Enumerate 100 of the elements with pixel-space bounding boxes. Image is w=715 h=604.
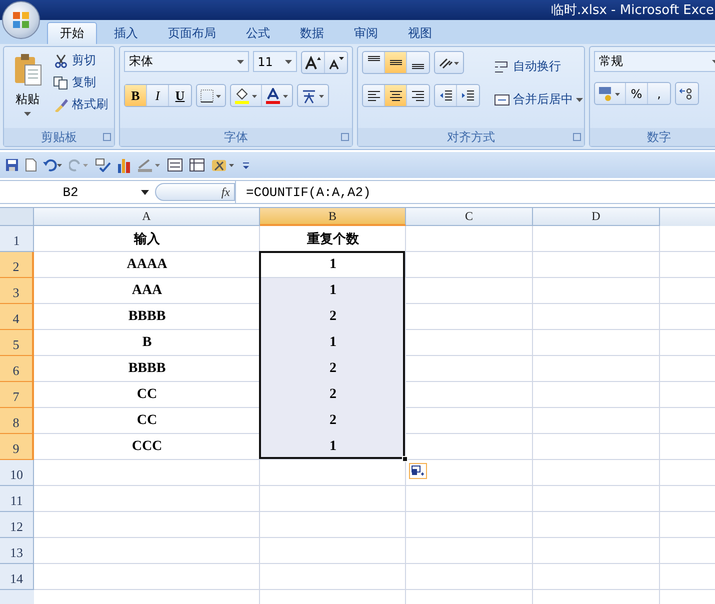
align-lines-icon (390, 60, 402, 65)
row-header[interactable]: 11 (0, 486, 34, 512)
group-label: 字体 (224, 128, 248, 146)
row-header[interactable]: 6 (0, 356, 34, 382)
spelling-icon[interactable] (95, 158, 111, 172)
align-lines-icon (388, 90, 402, 102)
italic-button[interactable]: I (147, 85, 169, 106)
table-cell: AAAA (126, 257, 168, 273)
table-cell: 1 (330, 439, 336, 455)
new-document-icon[interactable] (25, 158, 37, 172)
ribbon-tab[interactable]: 插入 (101, 22, 151, 44)
paste-options-icon (411, 465, 425, 477)
paint-bucket-icon (234, 88, 258, 104)
table-cell: B (142, 335, 152, 351)
group-label: 数字 (647, 128, 671, 146)
table-cell: 2 (330, 387, 336, 403)
align-lines-icon (412, 64, 424, 69)
row-header[interactable]: 10 (0, 460, 34, 486)
tools-icon[interactable] (211, 157, 235, 173)
window-title: 临时.xlsx - Microsoft Exce (551, 2, 714, 19)
office-logo-icon (11, 10, 31, 30)
percent-button[interactable]: % (626, 83, 648, 104)
angled-text-icon (438, 56, 460, 70)
format-painter-button[interactable]: 格式刷 (51, 95, 110, 114)
bar-chart-icon[interactable] (117, 157, 131, 173)
bold-button[interactable]: B (125, 85, 147, 106)
horizontal-align-button[interactable] (385, 85, 407, 106)
column-header[interactable]: C (406, 208, 533, 226)
dropdown-icon (236, 60, 244, 64)
merge-cells-icon (494, 92, 510, 106)
ribbon-tab[interactable]: 数据 (287, 22, 337, 44)
row-header[interactable]: 2 (0, 252, 34, 278)
pivot-table-icon[interactable] (189, 158, 205, 172)
money-icon (598, 86, 622, 102)
paste-options-button[interactable] (409, 463, 427, 479)
shrink-font-icon (328, 56, 344, 70)
table-cell: 1 (330, 257, 336, 273)
number-format-dropdown[interactable]: 常规 (594, 51, 715, 72)
row-header[interactable]: 8 (0, 408, 34, 434)
brush-icon (53, 98, 69, 112)
group-label: 剪贴板 (41, 128, 77, 146)
save-icon[interactable] (5, 158, 19, 172)
table-cell: 2 (330, 309, 336, 325)
outdent-icon (438, 90, 452, 102)
vertical-align-button[interactable] (385, 52, 407, 73)
formula-field[interactable]: =COUNTIF(A:A,A2) (235, 181, 715, 203)
column-header[interactable]: D (533, 208, 660, 226)
ribbon-tab[interactable]: 开始 (47, 22, 97, 44)
row-header[interactable]: 3 (0, 278, 34, 304)
row-header[interactable]: 12 (0, 512, 34, 538)
cut-button[interactable]: 剪切 (51, 51, 110, 70)
row-header[interactable]: 9 (0, 434, 34, 460)
row-header[interactable]: 7 (0, 382, 34, 408)
table-cell: CC (136, 387, 158, 403)
table-cell-text: 输入 (134, 230, 160, 248)
table-cell: BBBB (128, 309, 166, 325)
dropdown-icon (24, 112, 31, 116)
comma-button[interactable]: , (648, 83, 670, 104)
grow-font-button[interactable] (302, 52, 325, 73)
row-header[interactable]: 14 (0, 564, 34, 590)
ribbon-tab[interactable]: 视图 (395, 22, 445, 44)
phonetic-icon (301, 88, 325, 104)
group-label: 对齐方式 (447, 128, 495, 146)
column-header[interactable]: B (260, 208, 406, 226)
form-icon[interactable] (167, 158, 183, 172)
grow-font-icon (305, 56, 321, 70)
table-cell-text: 重复个数 (307, 230, 359, 248)
table-cell: CCC (132, 439, 162, 455)
row-header[interactable]: 13 (0, 538, 34, 564)
dropdown-icon (141, 190, 149, 194)
draw-border-icon[interactable] (137, 158, 161, 172)
align-lines-icon (368, 56, 380, 61)
table-cell: 2 (330, 361, 336, 377)
column-header[interactable]: A (34, 208, 260, 226)
borders-icon (200, 88, 222, 102)
paste-button[interactable]: 粘贴 (8, 51, 47, 128)
font-color-icon (265, 88, 289, 104)
table-cell: 2 (330, 413, 336, 429)
copy-button[interactable]: 复制 (51, 73, 110, 92)
undo-icon[interactable] (43, 158, 63, 172)
row-header[interactable]: 1 (0, 226, 34, 252)
underline-button[interactable]: U (169, 85, 191, 106)
insert-function-button[interactable]: fx (221, 184, 230, 200)
font-name-dropdown[interactable]: 宋体 (124, 51, 249, 72)
ribbon-tab[interactable]: 页面布局 (155, 22, 229, 44)
row-header[interactable]: 5 (0, 330, 34, 356)
merge-center-button[interactable]: 合并后居中 (492, 90, 585, 109)
align-lines-icon (366, 90, 380, 102)
wrap-text-button[interactable]: 自动换行 (492, 57, 585, 76)
copy-icon (53, 76, 69, 90)
fill-handle[interactable] (402, 456, 408, 462)
indent-icon (461, 90, 475, 102)
ribbon-tab[interactable]: 审阅 (341, 22, 391, 44)
name-box[interactable]: B2 (0, 181, 155, 203)
row-header[interactable]: 4 (0, 304, 34, 330)
dropdown-icon (285, 60, 292, 64)
font-size-dropdown[interactable]: 11 (252, 51, 297, 72)
dropdown-icon (576, 98, 583, 102)
ribbon-tab[interactable]: 公式 (233, 22, 283, 44)
align-lines-icon (411, 90, 425, 102)
